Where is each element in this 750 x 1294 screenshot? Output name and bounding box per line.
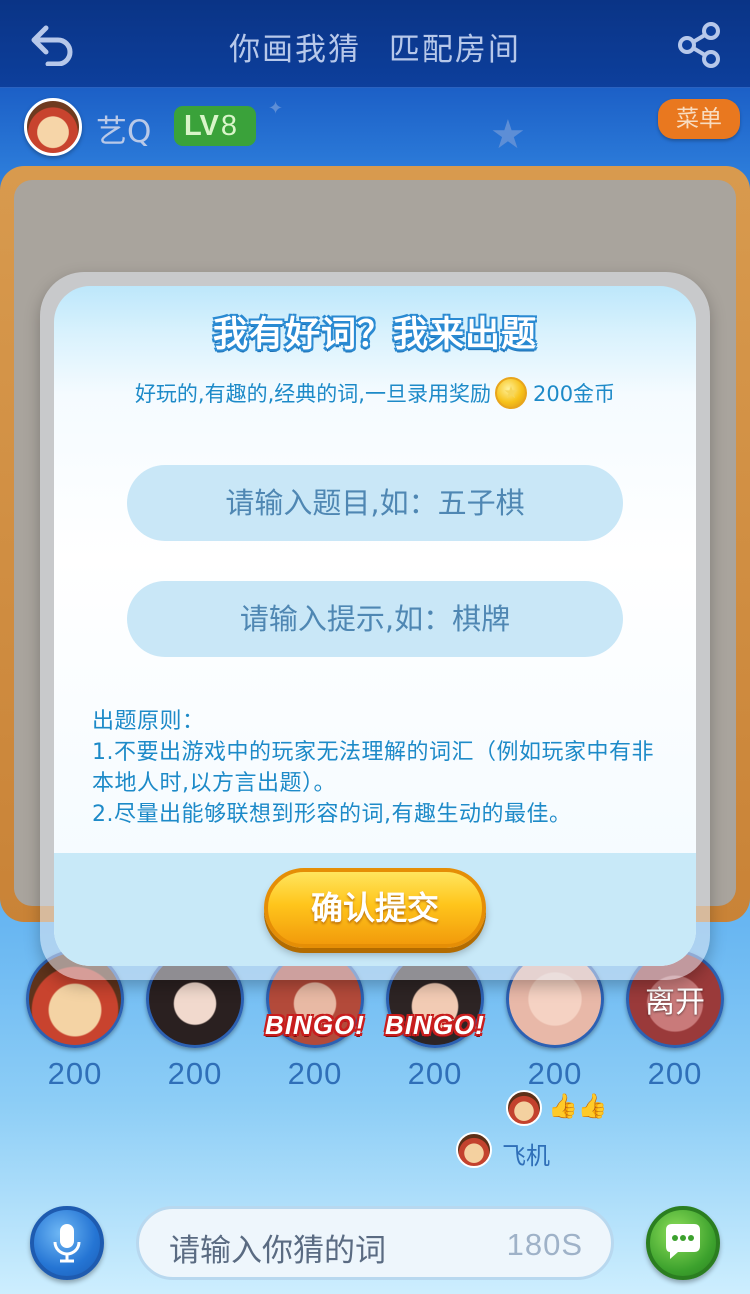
- top-bar: 你画我猜 匹配房间: [0, 0, 750, 88]
- player-score: 200: [287, 1056, 343, 1091]
- feedback-avatar: [506, 1090, 542, 1126]
- rule-item: 2.尽量出能够联想到形容的词,有趣生动的最佳。: [92, 802, 572, 827]
- rules-title: 出题原则：: [92, 709, 205, 734]
- guess-input-placeholder: 请输入你猜的词: [169, 1233, 386, 1269]
- chat-button[interactable]: [646, 1206, 720, 1280]
- topic-input[interactable]: 请输入题目,如：五子棋: [127, 465, 623, 541]
- dialog-subtitle: 好玩的,有趣的,经典的词,一旦录用奖励 200金币: [54, 377, 696, 409]
- page-title: 你画我猜 匹配房间: [229, 32, 521, 68]
- rule-item: 1.不要出游戏中的玩家无法理解的词汇（例如玩家中有非本地人时,以方言出题）。: [92, 740, 654, 796]
- level-number: 8: [220, 110, 238, 142]
- dialog-title: 我有好词？我来出题: [212, 315, 537, 355]
- reward-amount: 200金币: [532, 382, 616, 406]
- mic-button[interactable]: [30, 1206, 104, 1280]
- bingo-badge: BINGO!: [385, 1010, 485, 1040]
- confirm-submit-button[interactable]: 确认提交: [264, 868, 486, 948]
- feedback-avatar: [456, 1132, 492, 1168]
- submit-word-dialog: 我有好词？我来出题 好玩的,有趣的,经典的词,一旦录用奖励 200金币 请输入题目…: [54, 286, 696, 966]
- reward-description: 好玩的,有趣的,经典的词,一旦录用奖励: [134, 382, 491, 406]
- player-score: 200: [167, 1056, 223, 1091]
- username: 艺Q: [96, 114, 152, 150]
- share-icon[interactable]: [676, 22, 722, 68]
- player-left-label: 离开: [645, 985, 705, 1020]
- coin-icon: [494, 377, 527, 409]
- thumbs-up-icon: 👍👍: [548, 1092, 608, 1120]
- player-score: 200: [647, 1056, 703, 1091]
- bingo-badge: BINGO!: [265, 1010, 365, 1040]
- hint-input[interactable]: 请输入提示,如：棋牌: [127, 581, 623, 657]
- player-score: 200: [407, 1056, 463, 1091]
- plane-label: 飞机: [502, 1142, 550, 1170]
- user-avatar[interactable]: [24, 98, 82, 156]
- countdown-timer: 180S: [506, 1227, 583, 1262]
- player-score: 200: [527, 1056, 583, 1091]
- menu-button[interactable]: 菜单: [658, 99, 740, 139]
- rules-section: 出题原则： 1.不要出游戏中的玩家无法理解的词汇（例如玩家中有非本地人时,以方言…: [92, 706, 672, 830]
- microphone-icon: [53, 1224, 81, 1263]
- guess-input[interactable]: 请输入你猜的词 180S: [136, 1206, 614, 1280]
- chat-bubble-icon: [666, 1224, 700, 1259]
- star-decoration-icon: ✦: [268, 98, 284, 119]
- player-score: 200: [47, 1056, 103, 1091]
- level-badge: LV8: [174, 106, 256, 146]
- star-decoration-icon: ★: [490, 112, 526, 158]
- level-prefix: LV: [184, 110, 219, 142]
